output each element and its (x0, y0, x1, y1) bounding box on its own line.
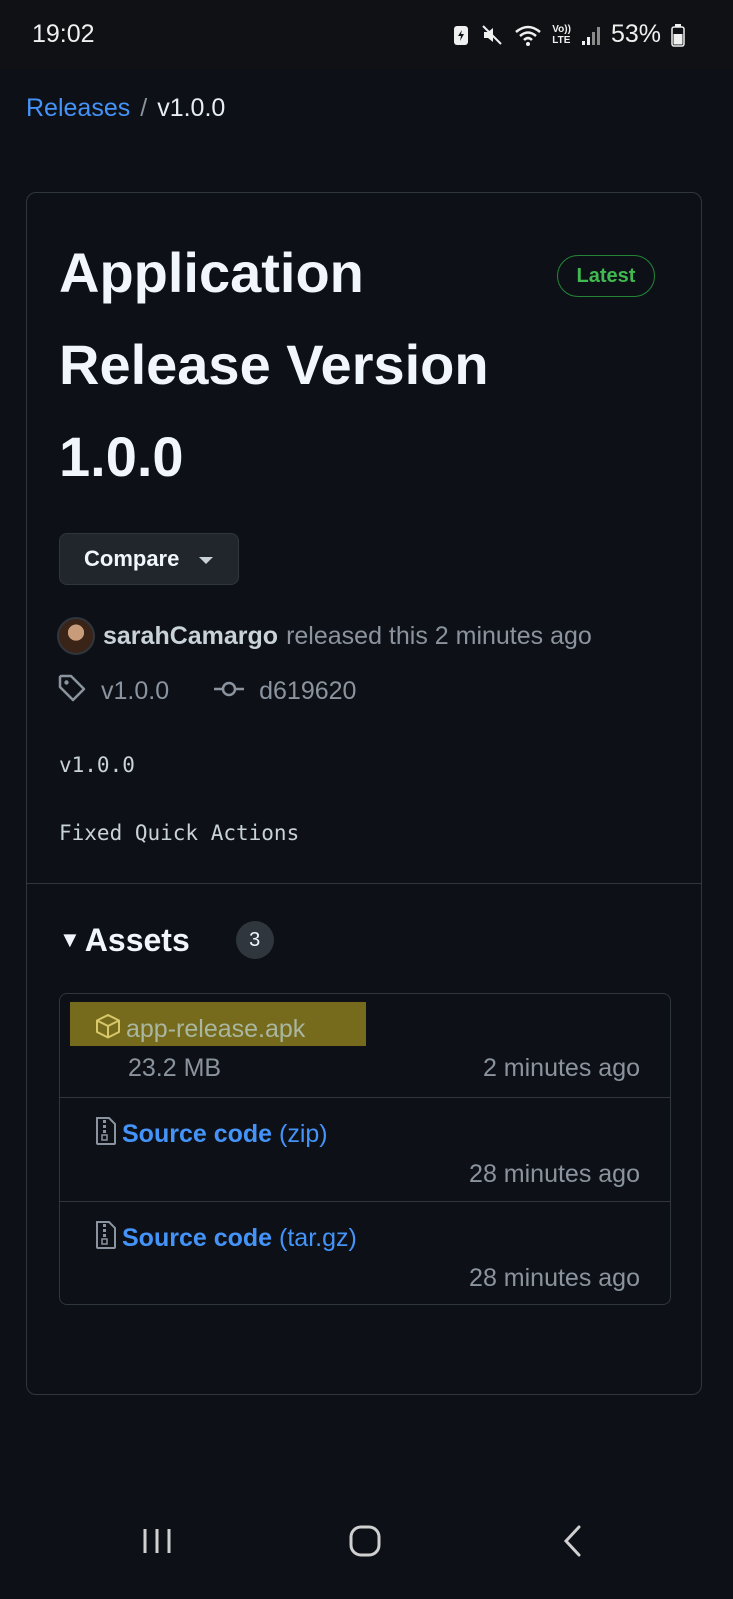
network-label: LTE (552, 34, 571, 46)
triangle-down-icon: ▼ (59, 927, 81, 952)
commit-label: d619620 (259, 677, 357, 705)
file-zip-icon (94, 1116, 118, 1153)
asset-link-targz[interactable]: Source code (tar.gz) (94, 1220, 357, 1257)
battery-saver-icon (452, 23, 470, 47)
tag-link[interactable]: v1.0.0 (57, 673, 169, 710)
recent-apps-icon (141, 1526, 173, 1561)
back-icon (561, 1524, 585, 1563)
release-meta: v1.0.0 d619620 (57, 673, 356, 710)
section-divider (27, 883, 701, 884)
home-icon (348, 1524, 382, 1563)
asset-name: app-release.apk (126, 1015, 306, 1043)
assets-list: app-release.apk 23.2 MB 2 minutes ago So… (59, 993, 671, 1305)
status-time: 19:02 (32, 20, 95, 48)
commit-link[interactable]: d619620 (213, 677, 356, 706)
back-button[interactable] (548, 1518, 598, 1568)
volte-icon: Vo)) LTE (552, 24, 571, 46)
avatar[interactable] (57, 617, 95, 655)
assets-toggle[interactable]: ▼ Assets 3 (59, 921, 274, 959)
asset-size: 23.2 MB (128, 1054, 222, 1082)
asset-row: app-release.apk 23.2 MB 2 minutes ago (60, 994, 670, 1098)
release-note-line: v1.0.0 (59, 753, 135, 777)
asset-name: Source code (122, 1224, 273, 1252)
release-card: Application Release Version 1.0.0 Latest… (26, 192, 702, 1395)
compare-label: Compare (84, 546, 180, 571)
breadcrumb-releases-link[interactable]: Releases (26, 94, 130, 123)
asset-suffix: (tar.gz) (279, 1224, 357, 1252)
assets-title: Assets (84, 921, 190, 958)
battery-percent: 53% (610, 20, 661, 48)
mute-icon (480, 23, 504, 47)
release-title: Application Release Version 1.0.0 (59, 241, 489, 488)
asset-name: Source code (122, 1120, 273, 1148)
home-button[interactable] (340, 1518, 390, 1568)
asset-row: Source code (zip) 28 minutes ago (60, 1098, 670, 1202)
asset-time: 28 minutes ago (469, 1264, 640, 1292)
asset-time: 2 minutes ago (482, 1054, 640, 1082)
asset-link-apk[interactable]: app-release.apk (94, 1012, 305, 1047)
package-icon (94, 1012, 122, 1047)
status-icons: Vo)) LTE 53% (452, 20, 685, 49)
file-zip-icon (94, 1220, 118, 1257)
chevron-down-icon (199, 557, 214, 564)
asset-link-text: Source code (tar.gz) (122, 1224, 357, 1253)
asset-time: 28 minutes ago (469, 1160, 640, 1188)
signal-icon (581, 24, 601, 46)
assets-count-badge: 3 (235, 921, 274, 959)
latest-badge: Latest (557, 255, 655, 297)
breadcrumb: Releases / v1.0.0 (26, 94, 225, 123)
author-row: sarahCamargo released this 2 minutes ago (57, 617, 592, 655)
volte-label: Vo)) (552, 23, 571, 35)
breadcrumb-separator: / (140, 94, 148, 122)
battery-icon (671, 23, 685, 47)
released-text: released this 2 minutes ago (286, 621, 592, 650)
asset-suffix: (zip) (279, 1120, 328, 1148)
status-bar: 19:02 Vo)) LTE 53% (0, 0, 733, 70)
asset-row: Source code (tar.gz) 28 minutes ago (60, 1202, 670, 1306)
tag-icon (57, 673, 87, 710)
asset-link-zip[interactable]: Source code (zip) (94, 1116, 328, 1153)
asset-link-text: Source code (zip) (122, 1120, 328, 1149)
author-name[interactable]: sarahCamargo (103, 622, 278, 651)
compare-button[interactable]: Compare (59, 533, 239, 585)
breadcrumb-current: v1.0.0 (157, 94, 226, 122)
git-commit-icon (213, 677, 245, 706)
recent-apps-button[interactable] (132, 1518, 182, 1568)
wifi-icon (514, 23, 542, 47)
release-notes: v1.0.0 Fixed Quick Actions (59, 753, 299, 889)
tag-label: v1.0.0 (101, 677, 170, 705)
release-note-line: Fixed Quick Actions (59, 821, 300, 845)
system-nav-bar (0, 1490, 733, 1599)
